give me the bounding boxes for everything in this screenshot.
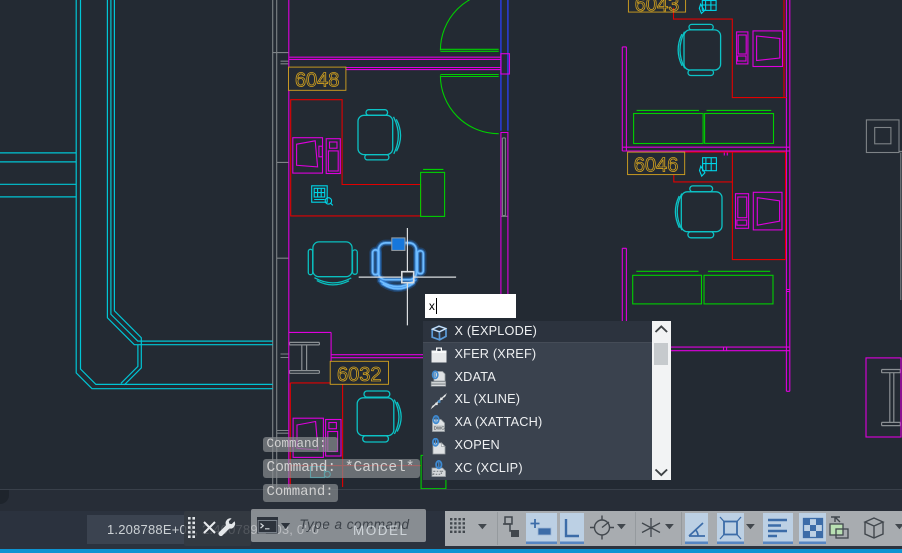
svg-text:6048: 6048 (295, 70, 340, 92)
svg-text:6032: 6032 (337, 364, 382, 386)
svg-text:DWG: DWG (433, 425, 445, 430)
svg-text:6046: 6046 (634, 154, 679, 176)
svg-text:6043: 6043 (635, 0, 680, 16)
